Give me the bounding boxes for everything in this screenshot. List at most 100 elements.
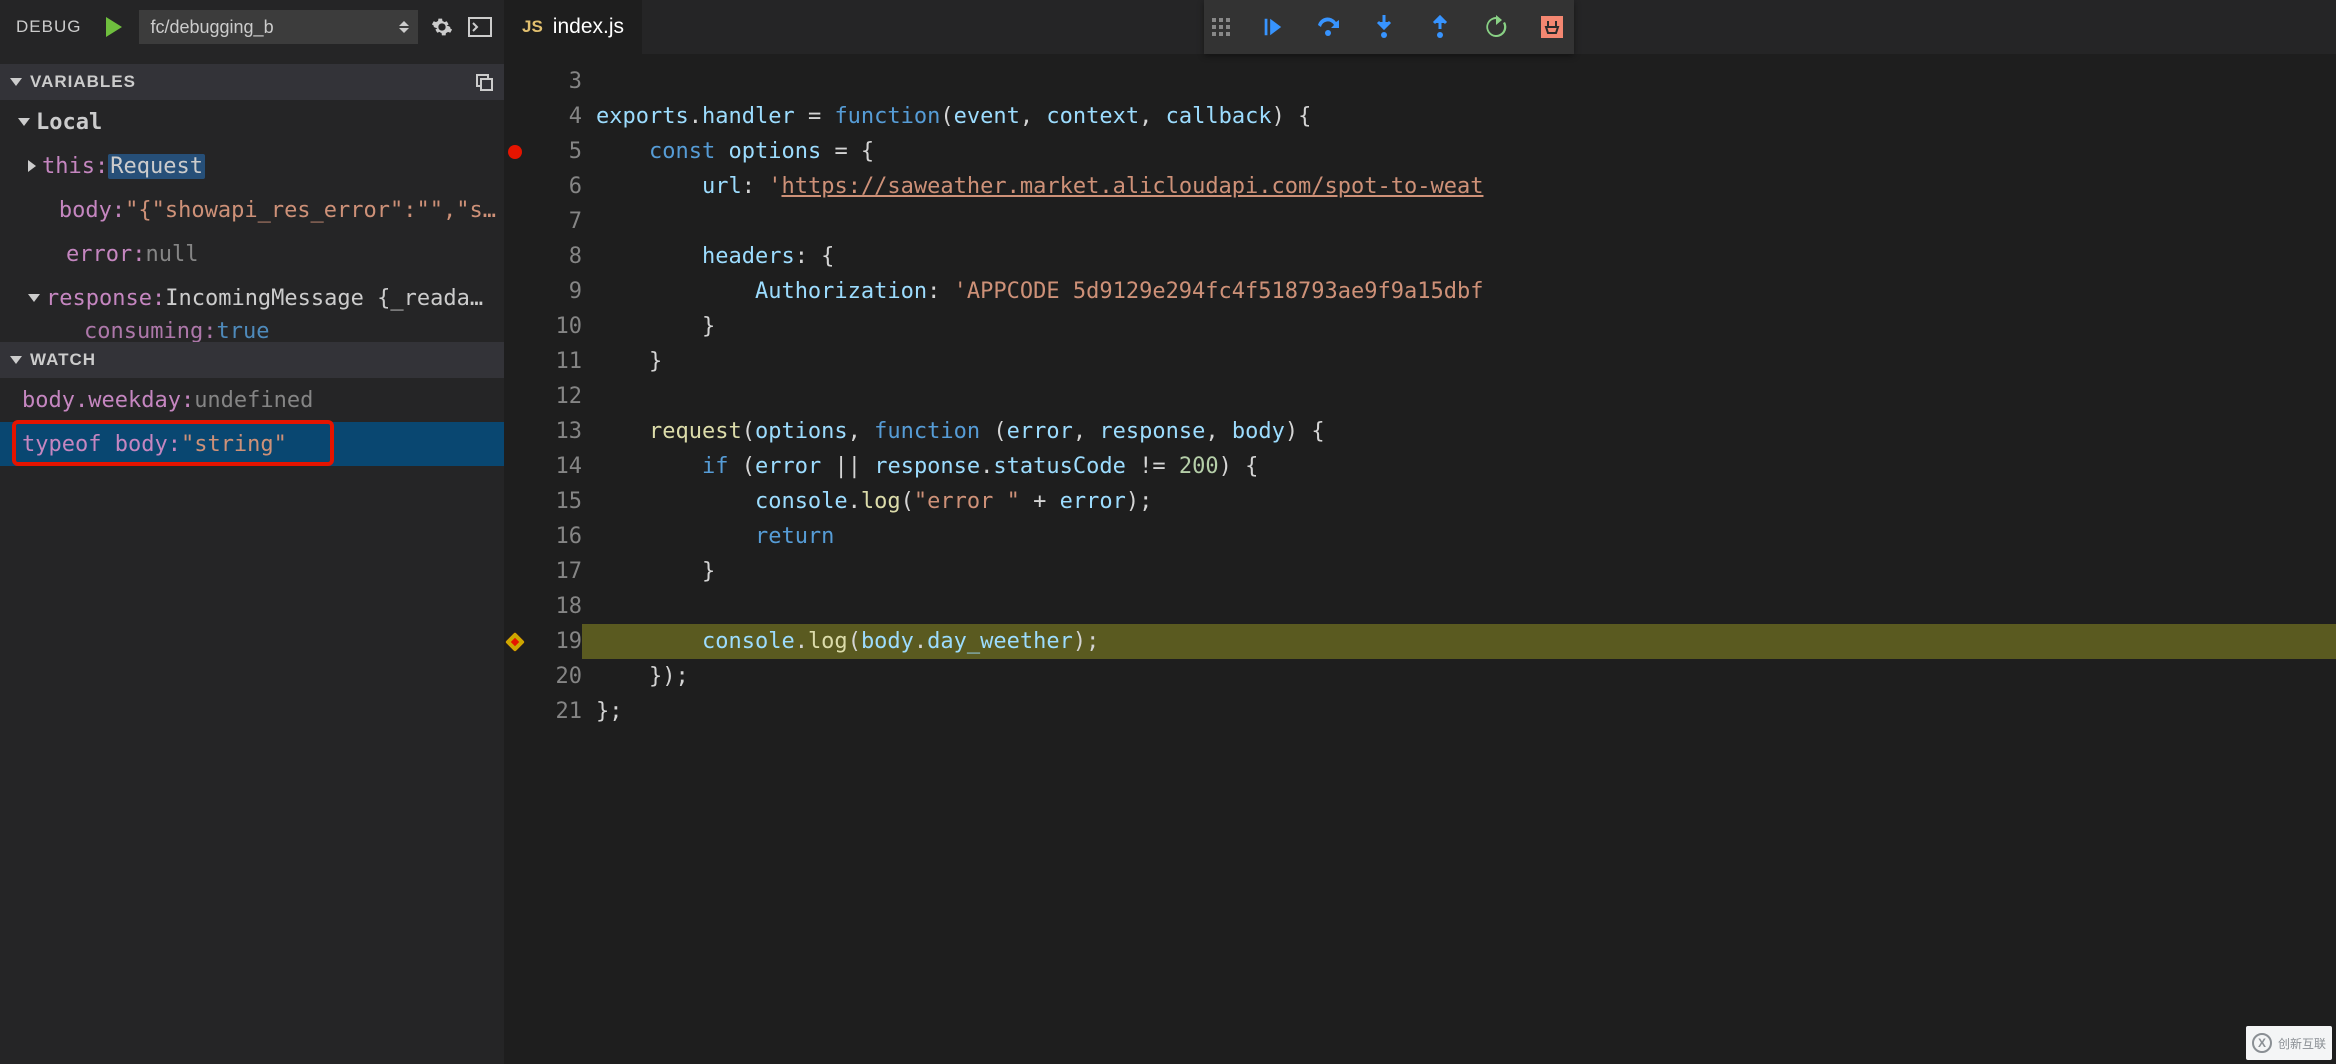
- chevron-down-icon: [28, 294, 40, 302]
- code-line[interactable]: headers: {: [582, 239, 2336, 274]
- line-number: 14: [526, 449, 582, 484]
- code-line[interactable]: return: [582, 519, 2336, 554]
- code-line[interactable]: }: [582, 554, 2336, 589]
- chevron-right-icon: [28, 160, 36, 172]
- line-number: 12: [526, 379, 582, 414]
- scope-local-row[interactable]: Local: [0, 100, 504, 144]
- variable-row[interactable]: body: "{"showapi_res_error":"","s…: [0, 188, 504, 232]
- breakpoint-gutter[interactable]: [504, 54, 526, 1064]
- watermark-icon: X: [2252, 1033, 2272, 1053]
- variable-name: response:: [46, 286, 165, 311]
- watch-value: "string": [181, 432, 287, 457]
- variable-value: IncomingMessage {_reada…: [165, 286, 483, 311]
- debug-topbar: DEBUG fc/debugging_b: [0, 0, 504, 54]
- debug-sidebar: DEBUG fc/debugging_b VARIABLES Local: [0, 0, 504, 1064]
- code-line[interactable]: console.log(body.day_weether);: [582, 624, 2336, 659]
- step-out-button[interactable]: [1426, 13, 1454, 41]
- watermark-badge: X 创新互联: [2246, 1026, 2332, 1060]
- line-number: 19: [526, 624, 582, 659]
- line-number: 21: [526, 694, 582, 729]
- chevron-down-icon: [18, 118, 30, 126]
- code-line[interactable]: [582, 64, 2336, 99]
- line-number: 3: [526, 64, 582, 99]
- debug-console-icon[interactable]: [466, 13, 494, 41]
- select-arrows-icon: [399, 21, 409, 33]
- debug-config-name: fc/debugging_b: [150, 17, 273, 38]
- editor-area: JS index.js 3456789101112131415161718192…: [504, 0, 2336, 1064]
- code-line[interactable]: [582, 589, 2336, 624]
- line-number: 18: [526, 589, 582, 624]
- debug-title: DEBUG: [16, 17, 81, 37]
- code-line[interactable]: }: [582, 344, 2336, 379]
- line-number: 6: [526, 169, 582, 204]
- variable-row[interactable]: response: IncomingMessage {_reada…: [0, 276, 504, 320]
- variables-section-title: VARIABLES: [30, 72, 136, 92]
- code-content[interactable]: exports.handler = function(event, contex…: [582, 54, 2336, 1064]
- code-line[interactable]: url: 'https://saweather.market.aliclouda…: [582, 169, 2336, 204]
- chevron-down-icon: [10, 78, 22, 86]
- code-line[interactable]: request(options, function (error, respon…: [582, 414, 2336, 449]
- watermark-text: 创新互联: [2278, 1035, 2326, 1052]
- start-debug-button[interactable]: [99, 12, 129, 42]
- variable-value: Request: [108, 154, 205, 179]
- variable-name: error:: [66, 242, 145, 267]
- chevron-down-icon: [10, 356, 22, 364]
- breakpoint-icon[interactable]: [508, 145, 522, 159]
- play-icon: [106, 17, 122, 37]
- file-tab-label: index.js: [553, 15, 624, 39]
- restart-button[interactable]: [1482, 13, 1510, 41]
- code-line[interactable]: console.log("error " + error);: [582, 484, 2336, 519]
- line-number-gutter: 3456789101112131415161718192021: [526, 54, 582, 1064]
- variable-row[interactable]: consuming: true: [0, 320, 504, 342]
- settings-gear-icon[interactable]: [428, 13, 456, 41]
- disconnect-button[interactable]: [1538, 13, 1566, 41]
- line-number: 9: [526, 274, 582, 309]
- line-number: 4: [526, 99, 582, 134]
- watch-expression: body.weekday:: [22, 388, 194, 413]
- code-line[interactable]: if (error || response.statusCode != 200)…: [582, 449, 2336, 484]
- watch-list: body.weekday: undefinedtypeof body: "str…: [0, 378, 504, 466]
- watch-value: undefined: [194, 388, 313, 413]
- code-editor[interactable]: 3456789101112131415161718192021 exports.…: [504, 54, 2336, 1064]
- variable-row[interactable]: this: Request: [0, 144, 504, 188]
- code-line[interactable]: [582, 204, 2336, 239]
- variable-name: this:: [42, 154, 108, 179]
- line-number: 5: [526, 134, 582, 169]
- file-tab-indexjs[interactable]: JS index.js: [504, 0, 642, 54]
- conditional-breakpoint-icon[interactable]: [505, 632, 525, 652]
- collapse-all-icon[interactable]: [474, 72, 494, 92]
- debug-config-select[interactable]: fc/debugging_b: [139, 10, 418, 44]
- code-line[interactable]: Authorization: 'APPCODE 5d9129e294fc4f51…: [582, 274, 2336, 309]
- line-number: 13: [526, 414, 582, 449]
- step-over-button[interactable]: [1314, 13, 1342, 41]
- code-line[interactable]: const options = {: [582, 134, 2336, 169]
- code-line[interactable]: };: [582, 694, 2336, 729]
- code-line[interactable]: }: [582, 309, 2336, 344]
- line-number: 8: [526, 239, 582, 274]
- line-number: 11: [526, 344, 582, 379]
- js-file-icon: JS: [522, 17, 543, 37]
- code-line[interactable]: [582, 379, 2336, 414]
- variable-value: null: [145, 242, 198, 267]
- line-number: 10: [526, 309, 582, 344]
- step-into-button[interactable]: [1370, 13, 1398, 41]
- variables-section-header[interactable]: VARIABLES: [0, 64, 504, 100]
- variable-name: consuming:: [84, 320, 216, 342]
- watch-row[interactable]: body.weekday: undefined: [0, 378, 504, 422]
- line-number: 16: [526, 519, 582, 554]
- line-number: 17: [526, 554, 582, 589]
- line-number: 20: [526, 659, 582, 694]
- watch-section-header[interactable]: WATCH: [0, 342, 504, 378]
- code-line[interactable]: exports.handler = function(event, contex…: [582, 99, 2336, 134]
- line-number: 15: [526, 484, 582, 519]
- variable-name: body:: [59, 198, 125, 223]
- line-number: 7: [526, 204, 582, 239]
- watch-row[interactable]: typeof body: "string": [0, 422, 504, 466]
- variable-value: true: [216, 320, 269, 342]
- variable-row[interactable]: error: null: [0, 232, 504, 276]
- continue-button[interactable]: [1258, 13, 1286, 41]
- watch-section-title: WATCH: [30, 350, 96, 370]
- code-line[interactable]: });: [582, 659, 2336, 694]
- drag-grip-icon[interactable]: [1212, 18, 1230, 36]
- debug-toolbar[interactable]: [1204, 0, 1574, 54]
